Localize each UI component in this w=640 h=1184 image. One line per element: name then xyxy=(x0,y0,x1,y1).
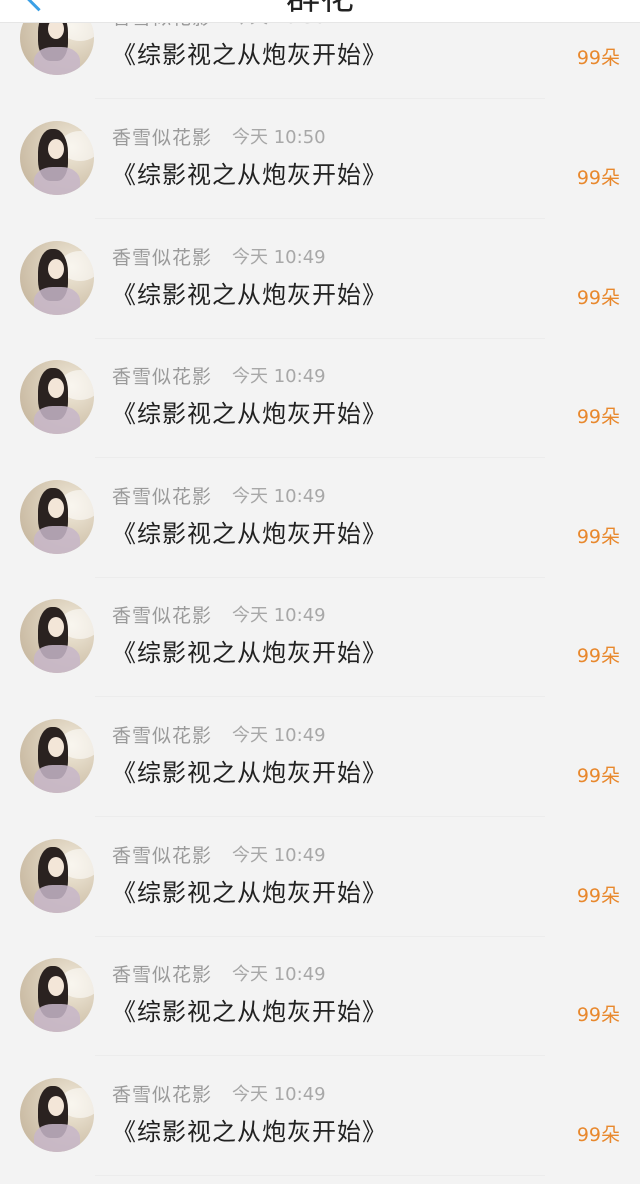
avatar[interactable] xyxy=(20,360,94,434)
timestamp: 今天 10:49 xyxy=(232,725,326,746)
flower-count: 99朵 xyxy=(576,765,620,787)
timestamp: 今天 10:49 xyxy=(232,605,326,626)
avatar[interactable] xyxy=(20,719,94,793)
book-title[interactable]: 《综影视之从炮灰开始》 xyxy=(112,159,387,191)
flower-count: 99朵 xyxy=(576,1124,620,1146)
timestamp: 今天 10:49 xyxy=(232,366,326,387)
list-item[interactable]: 香雪似花影 今天 10:49 《综影视之从炮灰开始》 99朵 xyxy=(0,697,640,817)
avatar[interactable] xyxy=(20,121,94,195)
list-item[interactable]: 香雪似花影 今天 10:49 《综影视之从炮灰开始》 99朵 xyxy=(0,219,640,339)
username[interactable]: 香雪似花影 xyxy=(112,1083,212,1107)
timestamp: 今天 10:49 xyxy=(232,1084,326,1105)
book-title[interactable]: 《综影视之从炮灰开始》 xyxy=(112,1116,387,1148)
flower-count: 99朵 xyxy=(576,47,620,69)
book-title[interactable]: 《综影视之从炮灰开始》 xyxy=(112,877,387,909)
list-item[interactable]: 香雪似花影 今天 10:50 《综影视之从炮灰开始》 99朵 xyxy=(0,99,640,219)
timestamp: 今天 10:49 xyxy=(232,247,326,268)
list-item[interactable]: 香雪似花影 今天 10:49 《综影视之从炮灰开始》 99朵 xyxy=(0,936,640,1056)
username[interactable]: 香雪似花影 xyxy=(112,963,212,987)
book-title[interactable]: 《综影视之从炮灰开始》 xyxy=(112,518,387,550)
timestamp: 今天 10:49 xyxy=(232,964,326,985)
flower-count: 99朵 xyxy=(576,287,620,309)
username[interactable]: 香雪似花影 xyxy=(112,485,212,509)
avatar[interactable] xyxy=(20,480,94,554)
book-title[interactable]: 《综影视之从炮灰开始》 xyxy=(112,279,387,311)
flower-count: 99朵 xyxy=(576,1004,620,1026)
flower-count: 99朵 xyxy=(576,526,620,548)
timestamp: 今天 10:49 xyxy=(232,486,326,507)
book-title[interactable]: 《综影视之从炮灰开始》 xyxy=(112,398,387,430)
list-item[interactable]: 香雪似花影 今天 10:49 《综影视之从炮灰开始》 99朵 xyxy=(0,458,640,578)
book-title[interactable]: 《综影视之从炮灰开始》 xyxy=(112,757,387,789)
book-title[interactable]: 《综影视之从炮灰开始》 xyxy=(112,637,387,669)
flower-count: 99朵 xyxy=(576,645,620,667)
book-title[interactable]: 《综影视之从炮灰开始》 xyxy=(112,39,387,71)
list-item[interactable]: 香雪似花影 今天 10:49 《综影视之从炮灰开始》 99朵 xyxy=(0,577,640,697)
book-title[interactable]: 《综影视之从炮灰开始》 xyxy=(112,996,387,1028)
flower-count: 99朵 xyxy=(576,406,620,428)
list-item[interactable]: 香雪似花影 今天 10:49 《综影视之从炮灰开始》 99朵 xyxy=(0,1056,640,1176)
username[interactable]: 香雪似花影 xyxy=(112,365,212,389)
list-item[interactable]: 香雪似花影 今天 10:49 《综影视之从炮灰开始》 99朵 xyxy=(0,338,640,458)
avatar[interactable] xyxy=(20,241,94,315)
username[interactable]: 香雪似花影 xyxy=(112,246,212,270)
avatar[interactable] xyxy=(20,958,94,1032)
list-item[interactable]: 香雪似花影 今天 10:49 《综影视之从炮灰开始》 99朵 xyxy=(0,817,640,937)
timestamp: 今天 10:49 xyxy=(232,845,326,866)
username[interactable]: 香雪似花影 xyxy=(112,604,212,628)
flower-count: 99朵 xyxy=(576,167,620,189)
username[interactable]: 香雪似花影 xyxy=(112,724,212,748)
username[interactable]: 香雪似花影 xyxy=(112,844,212,868)
flower-count: 99朵 xyxy=(576,885,620,907)
avatar[interactable] xyxy=(20,839,94,913)
timestamp: 今天 10:50 xyxy=(232,127,326,148)
avatar[interactable] xyxy=(20,599,94,673)
top-bar: 群花 xyxy=(0,0,640,23)
page-title: 群花 xyxy=(0,0,640,18)
avatar[interactable] xyxy=(20,1078,94,1152)
username[interactable]: 香雪似花影 xyxy=(112,126,212,150)
